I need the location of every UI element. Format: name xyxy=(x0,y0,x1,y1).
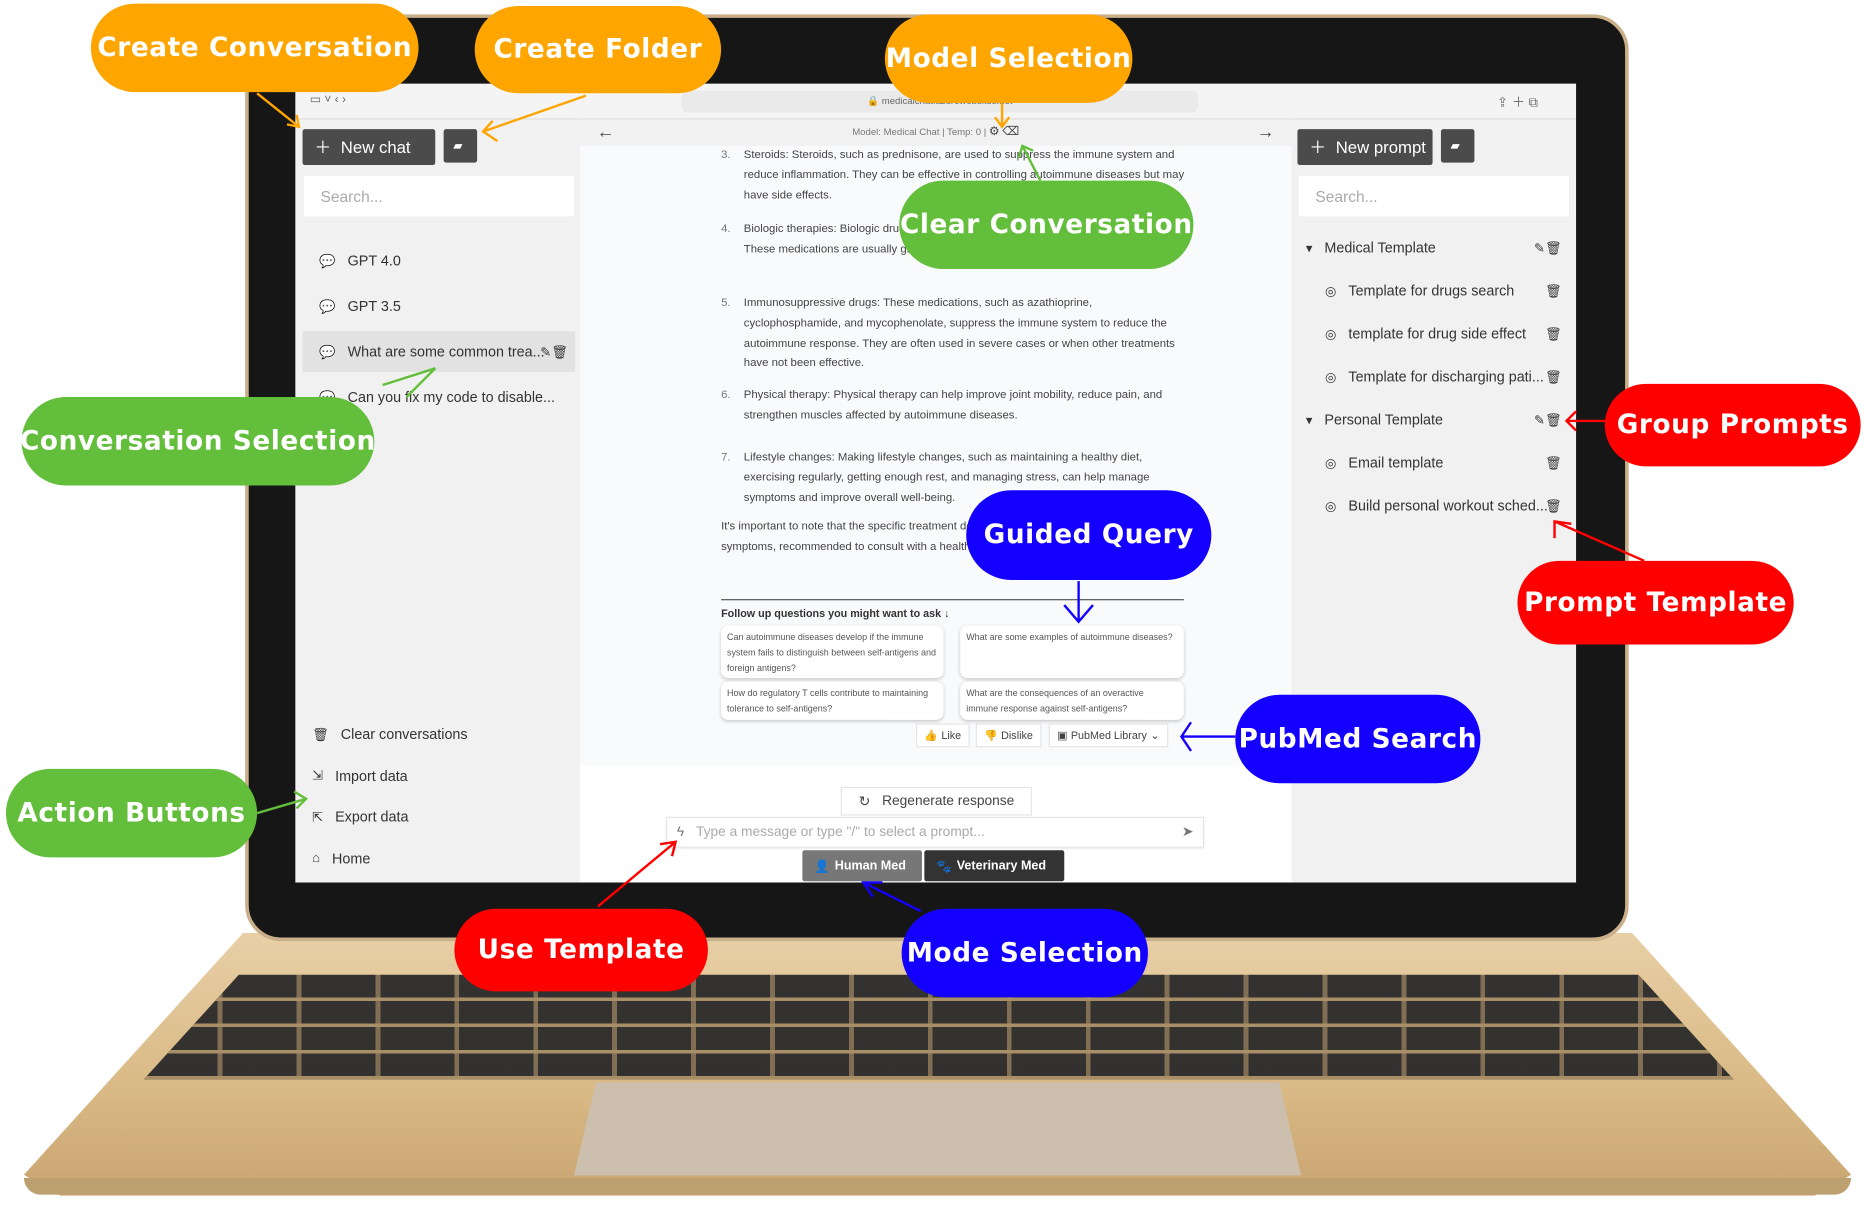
callout-prompt-template: Prompt Template xyxy=(1517,560,1794,645)
arrow-model-selection xyxy=(993,102,1011,129)
arrow-use-template xyxy=(597,840,678,908)
arrow-group-prompts xyxy=(1564,410,1605,432)
callout-mode-selection: Mode Selection xyxy=(901,908,1148,998)
arrow-action-buttons xyxy=(256,790,309,815)
arrow-prompt-template xyxy=(1553,519,1645,562)
arrow-pubmed-search xyxy=(1180,721,1236,752)
callout-pubmed-search: PubMed Search xyxy=(1235,694,1481,784)
arrow-mode-selection xyxy=(861,881,922,913)
callout-clear-conversation: Clear Conversation xyxy=(899,180,1194,270)
arrow-guided-query xyxy=(1063,581,1094,624)
callout-model-selection: Model Selection xyxy=(884,14,1133,103)
callout-use-template: Use Template xyxy=(454,908,708,992)
callout-create-folder: Create Folder xyxy=(474,5,722,94)
arrow-create-conversation xyxy=(256,92,301,129)
callout-create-conversation: Create Conversation xyxy=(90,3,419,93)
callout-conversation-selection: Conversation Selection xyxy=(20,397,375,486)
arrow-clear-conversation xyxy=(1017,144,1042,182)
callout-guided-query: Guided Query xyxy=(966,490,1212,580)
arrow-create-folder xyxy=(481,94,587,143)
callout-group-prompts: Group Prompts xyxy=(1604,383,1861,467)
callout-action-buttons: Action Buttons xyxy=(5,768,258,858)
arrow-conversation-selection xyxy=(382,367,437,398)
